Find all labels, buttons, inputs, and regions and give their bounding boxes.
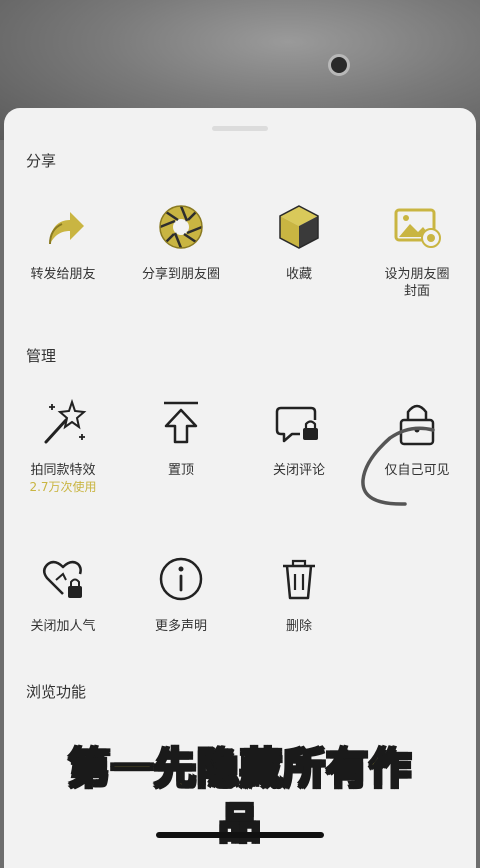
heart-lock-icon <box>43 560 82 598</box>
close-popularity-button[interactable]: 关闭加人气 <box>4 552 122 635</box>
favorite-button[interactable]: 收藏 <box>240 200 358 283</box>
forward-arrow-icon <box>49 212 84 245</box>
trash-icon <box>283 559 315 600</box>
favorites-cube-icon <box>279 205 319 249</box>
close-popularity-label: 关闭加人气 <box>30 619 96 634</box>
annotation-scribble <box>361 426 435 506</box>
share-to-moments-button[interactable]: 分享到朋友圈 <box>122 200 240 283</box>
favorite-label: 收藏 <box>285 267 312 282</box>
section-title-share: 分享 <box>26 152 57 170</box>
set-moments-cover-button[interactable]: 设为朋友圈 封面 <box>358 200 476 300</box>
share-to-friend-label: 转发给朋友 <box>30 267 96 282</box>
delete-label: 删除 <box>285 619 312 634</box>
video-caption-line-2: 品 <box>217 798 262 849</box>
home-indicator[interactable] <box>156 832 324 838</box>
video-caption-line-1: 第一先隐藏所有作 <box>67 743 412 794</box>
cover-image-icon <box>394 208 441 248</box>
set-moments-cover-label: 设为朋友圈 封面 <box>384 267 450 299</box>
sheet-drag-handle[interactable] <box>212 126 268 131</box>
close-comments-button[interactable]: 关闭评论 <box>240 396 358 479</box>
moments-aperture-icon <box>159 205 203 249</box>
pin-top-button[interactable]: 置顶 <box>122 396 240 479</box>
share-to-friend-button[interactable]: 转发给朋友 <box>4 200 122 283</box>
section-title-manage: 管理 <box>26 347 57 365</box>
same-effect-button[interactable]: 拍同款特效 2.7万次使用 <box>4 396 122 495</box>
background-detail <box>328 54 350 76</box>
same-effect-usage-count: 2.7万次使用 <box>29 480 97 494</box>
delete-button[interactable]: 删除 <box>240 552 358 635</box>
pin-top-icon <box>164 401 198 444</box>
share-to-moments-label: 分享到朋友圈 <box>141 267 220 282</box>
magic-wand-icon <box>44 398 87 444</box>
info-icon <box>159 557 203 601</box>
section-title-browse: 浏览功能 <box>26 683 87 701</box>
close-comments-label: 关闭评论 <box>272 463 325 478</box>
more-statement-label: 更多声明 <box>154 619 207 634</box>
more-statement-button[interactable]: 更多声明 <box>122 552 240 635</box>
pin-top-label: 置顶 <box>167 463 194 478</box>
same-effect-label: 拍同款特效 <box>30 463 96 478</box>
comment-lock-icon <box>275 406 318 443</box>
